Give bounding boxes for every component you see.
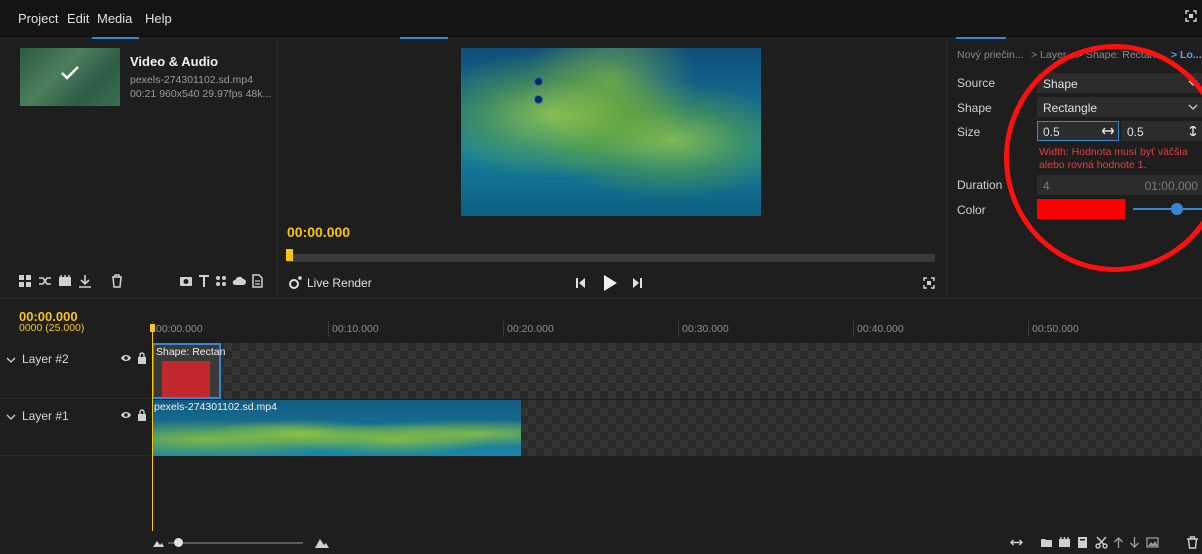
step-forward-icon[interactable] — [629, 276, 643, 290]
add-folder-icon[interactable] — [1040, 536, 1053, 549]
track-name: Layer #2 — [22, 352, 69, 366]
tick-label: 00:30.000 — [682, 323, 729, 335]
menu-active-indicator — [92, 37, 139, 39]
zoom-slider[interactable] — [168, 538, 303, 547]
shape-clip-fill — [162, 361, 210, 397]
menu-media[interactable]: Media — [97, 11, 132, 26]
shape-clip[interactable]: Shape: Rectan — [152, 343, 225, 399]
grid-icon[interactable] — [18, 274, 32, 288]
camera-icon[interactable] — [179, 274, 193, 288]
fit-screen-icon[interactable] — [1184, 9, 1198, 23]
media-file-info: 00:21 960x540 29.97fps 48k... — [130, 88, 272, 100]
film-icon[interactable] — [58, 274, 72, 288]
preview-panel: 00:00.000 Live Render — [279, 40, 945, 297]
shape-label: Shape — [957, 101, 992, 115]
tick-label: 00:20.000 — [507, 323, 554, 335]
fullscreen-icon[interactable] — [922, 276, 936, 290]
clip-name: Shape: Rectan — [156, 346, 226, 358]
media-file-name: pexels-274301102.sd.mp4 — [130, 74, 253, 86]
tick-line — [853, 321, 854, 337]
transitions-icon[interactable] — [214, 274, 228, 288]
trash-icon[interactable] — [110, 274, 124, 288]
text-icon[interactable] — [197, 274, 211, 288]
trash-icon[interactable] — [1186, 536, 1199, 549]
transform-handle[interactable] — [534, 77, 543, 86]
timeline-panel: 00:00.000 0000 (25.000) 00:00.000 00:10.… — [0, 298, 1202, 554]
chevron-down-icon[interactable] — [6, 412, 16, 422]
playhead-cap[interactable] — [150, 324, 155, 332]
play-icon[interactable] — [601, 274, 619, 292]
duration-label: Duration — [957, 178, 1003, 192]
tick-label: 00:40.000 — [857, 323, 904, 335]
book-icon[interactable] — [1076, 536, 1089, 549]
timeline-frame-info: 0000 (25.000) — [19, 322, 85, 334]
color-label: Color — [957, 203, 986, 217]
video-clip[interactable]: pexels-274301102.sd.mp4 — [152, 400, 521, 456]
step-back-icon[interactable] — [575, 276, 589, 290]
fit-width-icon[interactable] — [1010, 536, 1023, 549]
tick-label: 00:00.000 — [156, 323, 203, 335]
playhead[interactable] — [150, 324, 155, 531]
menu-project[interactable]: Project — [18, 11, 58, 26]
track-header-layer-1[interactable]: Layer #1 — [0, 400, 152, 456]
shuffle-icon[interactable] — [38, 274, 52, 288]
media-toolbar — [18, 274, 268, 290]
arrow-up-icon[interactable] — [1112, 536, 1125, 549]
preview-active-indicator — [400, 37, 448, 39]
film-icon[interactable] — [1058, 536, 1071, 549]
breadcrumb-current[interactable]: > Lo... — [1171, 49, 1202, 61]
eye-icon[interactable] — [120, 352, 132, 364]
transform-handle[interactable] — [534, 95, 543, 104]
tick-line — [678, 321, 679, 337]
clip-name: pexels-274301102.sd.mp4 — [154, 401, 277, 413]
menu-bar: Project Edit Media Help — [0, 0, 1202, 39]
check-icon — [61, 66, 79, 80]
tick-line — [503, 321, 504, 337]
source-label: Source — [957, 76, 996, 90]
arrow-down-icon[interactable] — [1128, 536, 1141, 549]
zoom-out-icon[interactable] — [152, 536, 165, 549]
track-lane-layer-2[interactable] — [152, 343, 1202, 399]
tick-label: 00:10.000 — [332, 323, 379, 335]
preview-controls: Live Render — [279, 270, 945, 296]
scrubber-head[interactable] — [286, 249, 293, 261]
render-settings-icon[interactable] — [288, 276, 302, 290]
props-active-indicator — [956, 37, 1006, 39]
menu-edit[interactable]: Edit — [67, 11, 89, 26]
download-icon[interactable] — [78, 274, 92, 288]
tick-line — [328, 321, 329, 337]
tick-line — [1028, 321, 1029, 337]
zoom-knob[interactable] — [174, 538, 183, 547]
media-panel: Video & Audio pexels-274301102.sd.mp4 00… — [0, 40, 278, 297]
lock-icon[interactable] — [136, 409, 148, 421]
media-item-title: Video & Audio — [130, 54, 219, 69]
zoom-in-icon[interactable] — [314, 536, 329, 549]
size-label: Size — [957, 125, 981, 139]
menu-help[interactable]: Help — [145, 11, 172, 26]
track-name: Layer #1 — [22, 409, 69, 423]
image-icon[interactable] — [1146, 536, 1159, 549]
track-header-layer-2[interactable]: Layer #2 — [0, 343, 152, 399]
breadcrumb-folder[interactable]: Nový priečin... — [957, 49, 1024, 61]
tick-label: 00:50.000 — [1032, 323, 1079, 335]
document-icon[interactable] — [250, 274, 264, 288]
live-render-label[interactable]: Live Render — [307, 276, 372, 290]
scissors-icon[interactable] — [1095, 536, 1108, 549]
timeline-toolbar — [0, 531, 1202, 554]
lock-icon[interactable] — [136, 352, 148, 364]
media-thumbnail[interactable] — [20, 48, 120, 106]
eye-icon[interactable] — [120, 409, 132, 421]
cloud-icon[interactable] — [232, 274, 246, 288]
preview-timecode: 00:00.000 — [287, 224, 351, 240]
preview-scrubber[interactable] — [286, 249, 935, 262]
video-preview[interactable] — [461, 48, 761, 216]
chevron-down-icon[interactable] — [6, 355, 16, 365]
